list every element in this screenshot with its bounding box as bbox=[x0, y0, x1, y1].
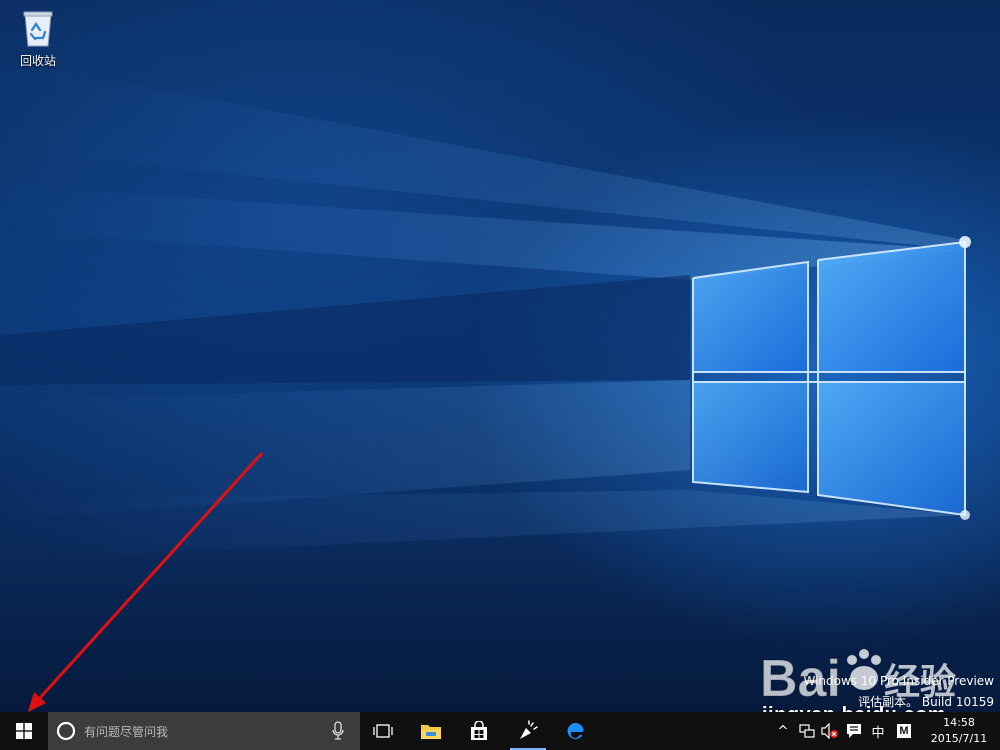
taskbar-clock[interactable]: 14:58 2015/7/11 bbox=[918, 712, 1000, 750]
store-icon bbox=[471, 721, 487, 740]
desktop-icon-recycle-bin[interactable]: 回收站 bbox=[12, 8, 64, 69]
clock-time: 14:58 bbox=[943, 716, 975, 729]
ime-language-indicator[interactable]: 中 bbox=[866, 712, 890, 750]
search-placeholder: 有问题尽管问我 bbox=[84, 724, 169, 739]
start-button[interactable] bbox=[0, 712, 48, 750]
volume-tray-button[interactable] bbox=[818, 712, 842, 750]
action-center-icon bbox=[847, 724, 861, 738]
windows-logo-icon bbox=[16, 723, 32, 739]
network-tray-button[interactable] bbox=[796, 712, 818, 750]
cortana-search-box[interactable]: 有问题尽管问我 bbox=[48, 712, 360, 750]
taskbar: 有问题尽管问我 ^ 中 M 14:58 2015/7/11 bbox=[0, 712, 1000, 750]
clock-date: 2015/7/11 bbox=[930, 732, 988, 745]
baidu-jingyan-logo: Bai 经验 bbox=[760, 649, 956, 709]
windows-10-hero-wallpaper bbox=[0, 60, 971, 560]
recycle-bin-icon bbox=[23, 11, 53, 47]
desktop-icon-label: 回收站 bbox=[19, 54, 56, 68]
cortana-icon bbox=[56, 721, 76, 741]
edge-icon bbox=[567, 723, 584, 740]
tips-icon bbox=[520, 720, 538, 739]
svg-text:经验: 经验 bbox=[884, 662, 956, 703]
ime-mode-button[interactable]: M bbox=[894, 712, 914, 750]
store-button[interactable] bbox=[456, 712, 502, 750]
volume-muted-icon bbox=[821, 723, 838, 739]
edge-button[interactable] bbox=[552, 712, 598, 750]
action-center-button[interactable] bbox=[842, 712, 866, 750]
baidu-jingyan-url: jingyan.baidu.com bbox=[762, 704, 946, 712]
file-explorer-button[interactable] bbox=[408, 712, 454, 750]
tips-button[interactable] bbox=[506, 712, 550, 750]
microphone-icon[interactable] bbox=[330, 721, 346, 741]
network-icon bbox=[799, 724, 815, 738]
svg-text:Bai: Bai bbox=[760, 650, 841, 708]
file-explorer-icon bbox=[421, 725, 441, 739]
show-hidden-icons-button[interactable]: ^ bbox=[772, 712, 794, 750]
ime-mode-label: M bbox=[897, 724, 911, 738]
desktop[interactable]: 回收站 Windows 10 Pro Insider Preview 评估副本。… bbox=[0, 0, 1000, 712]
task-view-button[interactable] bbox=[362, 712, 404, 750]
task-view-icon bbox=[373, 724, 393, 738]
